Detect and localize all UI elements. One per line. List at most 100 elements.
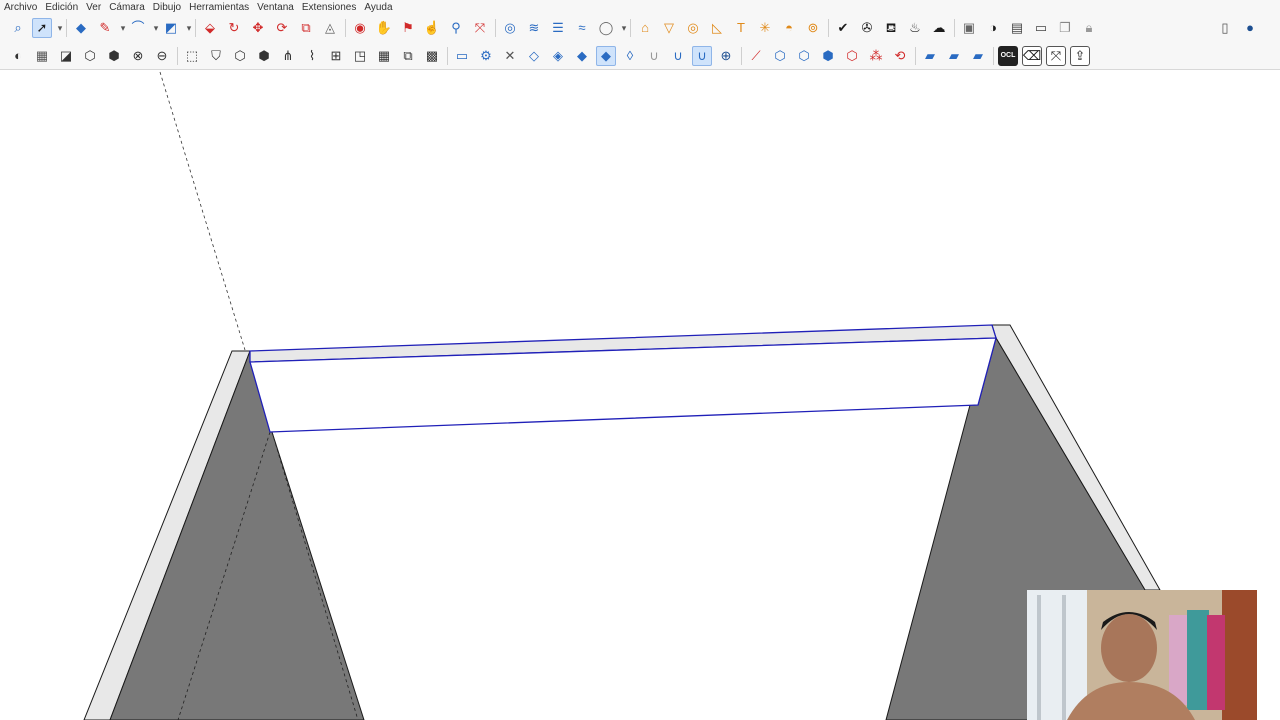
menu-dibujo[interactable]: Dibujo [149, 0, 185, 15]
lock-window-icon[interactable]: 🔒︎ [1079, 18, 1099, 38]
menu-edicion[interactable]: Edición [41, 0, 82, 15]
drop-filled-icon[interactable]: ◆ [572, 46, 592, 66]
new-document-icon[interactable]: ▯ [1215, 18, 1235, 38]
folder-icon[interactable]: ▭ [452, 46, 472, 66]
walk-icon[interactable]: ⚑ [398, 18, 418, 38]
dropdown-arrow-icon[interactable]: ▾ [185, 18, 193, 38]
hex-filled-icon[interactable]: ⬢ [818, 46, 838, 66]
magnet-active-icon[interactable]: ∪ [692, 46, 712, 66]
dropdown-arrow-icon[interactable]: ▾ [119, 18, 127, 38]
top-cube-icon[interactable]: ⬢ [254, 46, 274, 66]
hex-outline-icon[interactable]: ⬡ [770, 46, 790, 66]
push-pull-icon[interactable]: ⬙ [200, 18, 220, 38]
drop-active-icon[interactable]: ◆ [596, 46, 616, 66]
eraser-icon[interactable]: ◆ [71, 18, 91, 38]
look-around-icon[interactable]: ☝ [422, 18, 442, 38]
menu-herramientas[interactable]: Herramientas [185, 0, 253, 15]
funnel-icon[interactable]: ▽ [659, 18, 679, 38]
axes-icon[interactable]: ⤧ [1046, 46, 1066, 66]
rectangle-tool-icon[interactable]: ◩ [161, 18, 181, 38]
select-tool-icon[interactable]: ➚ [32, 18, 52, 38]
plan-icon[interactable]: ⊞ [326, 46, 346, 66]
move-tool-icon[interactable]: ✥ [248, 18, 268, 38]
teapot-refresh-icon[interactable]: ♨ [905, 18, 925, 38]
eraser-handle-icon[interactable]: ⌫ [1022, 46, 1042, 66]
tile-plane-2-icon[interactable]: ▰ [944, 46, 964, 66]
dropdown-arrow-icon[interactable]: ▾ [56, 18, 64, 38]
cycle-arrows-icon[interactable]: ⟲ [890, 46, 910, 66]
wire-cube-icon[interactable]: ⬢ [104, 46, 124, 66]
menu-camara[interactable]: Cámara [105, 0, 149, 15]
user-circle-icon[interactable]: ◯ [596, 18, 616, 38]
menu-ventana[interactable]: Ventana [253, 0, 298, 15]
camera-position-icon[interactable]: ⛉ [206, 46, 226, 66]
scale-tool-icon[interactable]: ⧉ [296, 18, 316, 38]
drop-striped-icon[interactable]: ◊ [620, 46, 640, 66]
magnet-icon[interactable]: ∪ [668, 46, 688, 66]
shadows-icon[interactable]: ◐ [8, 46, 28, 66]
sphere-icon[interactable]: ⊖ [152, 46, 172, 66]
menu-extensiones[interactable]: Extensiones [298, 0, 360, 15]
close-icon[interactable]: ✕ [500, 46, 520, 66]
picture-frame-icon[interactable]: ▣ [959, 18, 979, 38]
hex-red-icon[interactable]: ⬡ [842, 46, 862, 66]
window-icon[interactable]: ▭ [1031, 18, 1051, 38]
stack-window-icon[interactable]: ❐ [1055, 18, 1075, 38]
arc-tool-icon[interactable]: ⌒ [128, 18, 148, 38]
paint-palette-icon[interactable]: ✇ [857, 18, 877, 38]
table-icon[interactable]: ▤ [1007, 18, 1027, 38]
ocl-icon[interactable]: OCL [998, 46, 1018, 66]
search-icon[interactable]: ⌕ [8, 18, 28, 38]
magnet-off-icon[interactable]: ∪ [644, 46, 664, 66]
user-account-icon[interactable]: ● [1240, 18, 1260, 38]
follow-me-icon[interactable]: ↻ [224, 18, 244, 38]
puzzle-icon[interactable]: ⧉ [398, 46, 418, 66]
offset-tool-icon[interactable]: ◬ [320, 18, 340, 38]
tile-plane-icon[interactable]: ▰ [920, 46, 940, 66]
component-select-icon[interactable]: ⬚ [182, 46, 202, 66]
line-point-icon[interactable]: ⟋ [746, 46, 766, 66]
fog-icon[interactable]: ▦ [32, 46, 52, 66]
dome-icon[interactable]: ◓ [779, 18, 799, 38]
grid-icon[interactable]: ▦ [374, 46, 394, 66]
menu-ayuda[interactable]: Ayuda [360, 0, 396, 15]
drop-half-icon[interactable]: ◈ [548, 46, 568, 66]
text-tool-icon[interactable]: T [731, 18, 751, 38]
hatched-sphere-icon[interactable]: ⊗ [128, 46, 148, 66]
dropdown-arrow-icon[interactable]: ▾ [152, 18, 160, 38]
materials-icon[interactable]: ≈ [572, 18, 592, 38]
axes-star-icon[interactable]: ✳ [755, 18, 775, 38]
drop-outline-icon[interactable]: ◇ [524, 46, 544, 66]
sandbox-icon[interactable]: ≋ [524, 18, 544, 38]
orbit-icon[interactable]: ◉ [350, 18, 370, 38]
teapot-icon[interactable]: ⛾ [881, 18, 901, 38]
export-icon[interactable]: ⇪ [1070, 46, 1090, 66]
gear-icon[interactable]: ⚙ [476, 46, 496, 66]
pan-icon[interactable]: ✋ [374, 18, 394, 38]
corner-icon[interactable]: ◳ [350, 46, 370, 66]
grass-icon[interactable]: ⋔ [278, 46, 298, 66]
styles-icon[interactable]: ◎ [500, 18, 520, 38]
ring-cube-icon[interactable]: ⊚ [803, 18, 823, 38]
protractor-icon[interactable]: ◺ [707, 18, 727, 38]
tile-plane-3-icon[interactable]: ▰ [968, 46, 988, 66]
layers-icon[interactable]: ☰ [548, 18, 568, 38]
warehouse-icon[interactable]: ⌂ [635, 18, 655, 38]
wire-icon[interactable]: ⌇ [302, 46, 322, 66]
pencil-icon[interactable]: ✎ [95, 18, 115, 38]
menu-archivo[interactable]: Archivo [0, 0, 41, 15]
zoom-extents-icon[interactable]: ⤧ [470, 18, 490, 38]
ring-icon[interactable]: ◎ [683, 18, 703, 38]
dropdown-arrow-icon[interactable]: ▾ [620, 18, 628, 38]
scatter-icon[interactable]: ⁂ [866, 46, 886, 66]
hex-inner-icon[interactable]: ⬡ [794, 46, 814, 66]
xray-cube-icon[interactable]: ⬡ [80, 46, 100, 66]
iso-cube-icon[interactable]: ⬡ [230, 46, 250, 66]
zoom-icon[interactable]: ⚲ [446, 18, 466, 38]
half-circle-icon[interactable]: ◑ [983, 18, 1003, 38]
rotate-tool-icon[interactable]: ⟳ [272, 18, 292, 38]
check-circle-icon[interactable]: ✔ [833, 18, 853, 38]
cloud-dome-icon[interactable]: ☁ [929, 18, 949, 38]
menu-ver[interactable]: Ver [82, 0, 105, 15]
section-plane-icon[interactable]: ◪ [56, 46, 76, 66]
